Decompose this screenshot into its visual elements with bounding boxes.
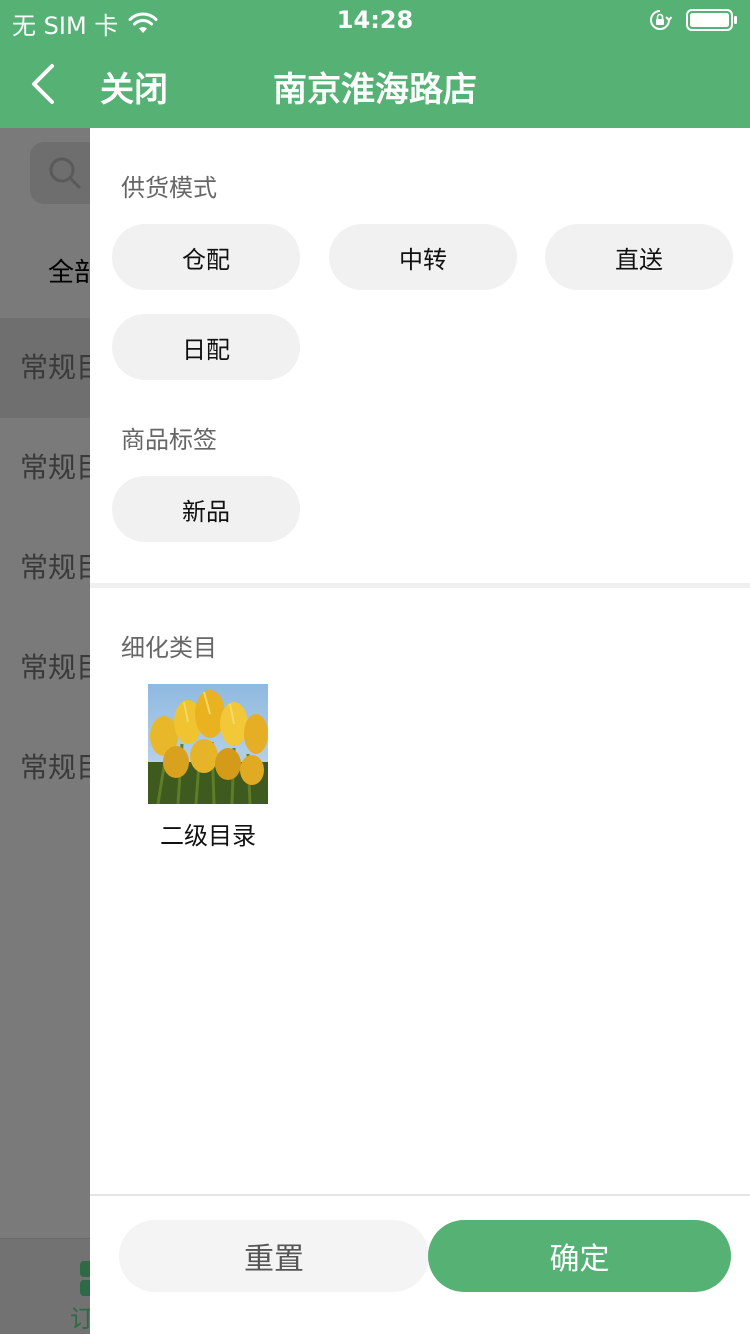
reset-button[interactable]: 重置 <box>119 1220 429 1292</box>
filter-panel: 供货模式 仓配 中转 直送 日配 商品标签 新品 细化类目 二级目录 重置 确定 <box>90 128 750 1334</box>
status-bar: 无 SIM 卡 14:28 <box>0 0 750 40</box>
sub-category-item[interactable]: 二级目录 <box>148 684 268 851</box>
app-header: 无 SIM 卡 14:28 南京淮海路店 关闭 <box>0 0 750 128</box>
sub-category-title: 细化类目 <box>121 634 217 662</box>
supply-mode-title: 供货模式 <box>121 174 217 202</box>
panel-action-bar: 重置 确定 <box>90 1194 750 1334</box>
nav-bar: 南京淮海路店 关闭 <box>0 40 750 128</box>
status-time: 14:28 <box>336 6 414 34</box>
search-icon <box>49 157 81 189</box>
category-label: 二级目录 <box>160 822 256 850</box>
status-right <box>648 8 738 32</box>
close-button[interactable]: 关闭 <box>100 62 168 111</box>
product-tag-title: 商品标签 <box>121 426 217 454</box>
category-thumbnail <box>148 684 268 804</box>
chip-supply-mode[interactable]: 仓配 <box>112 224 300 290</box>
chip-supply-mode[interactable]: 日配 <box>112 314 300 380</box>
section-divider <box>90 583 750 588</box>
chip-product-tag[interactable]: 新品 <box>112 476 300 542</box>
rotation-lock-icon <box>650 10 672 30</box>
confirm-button[interactable]: 确定 <box>428 1220 731 1292</box>
chip-supply-mode[interactable]: 直送 <box>545 224 733 290</box>
chip-supply-mode[interactable]: 中转 <box>329 224 517 290</box>
battery-icon <box>686 9 737 31</box>
